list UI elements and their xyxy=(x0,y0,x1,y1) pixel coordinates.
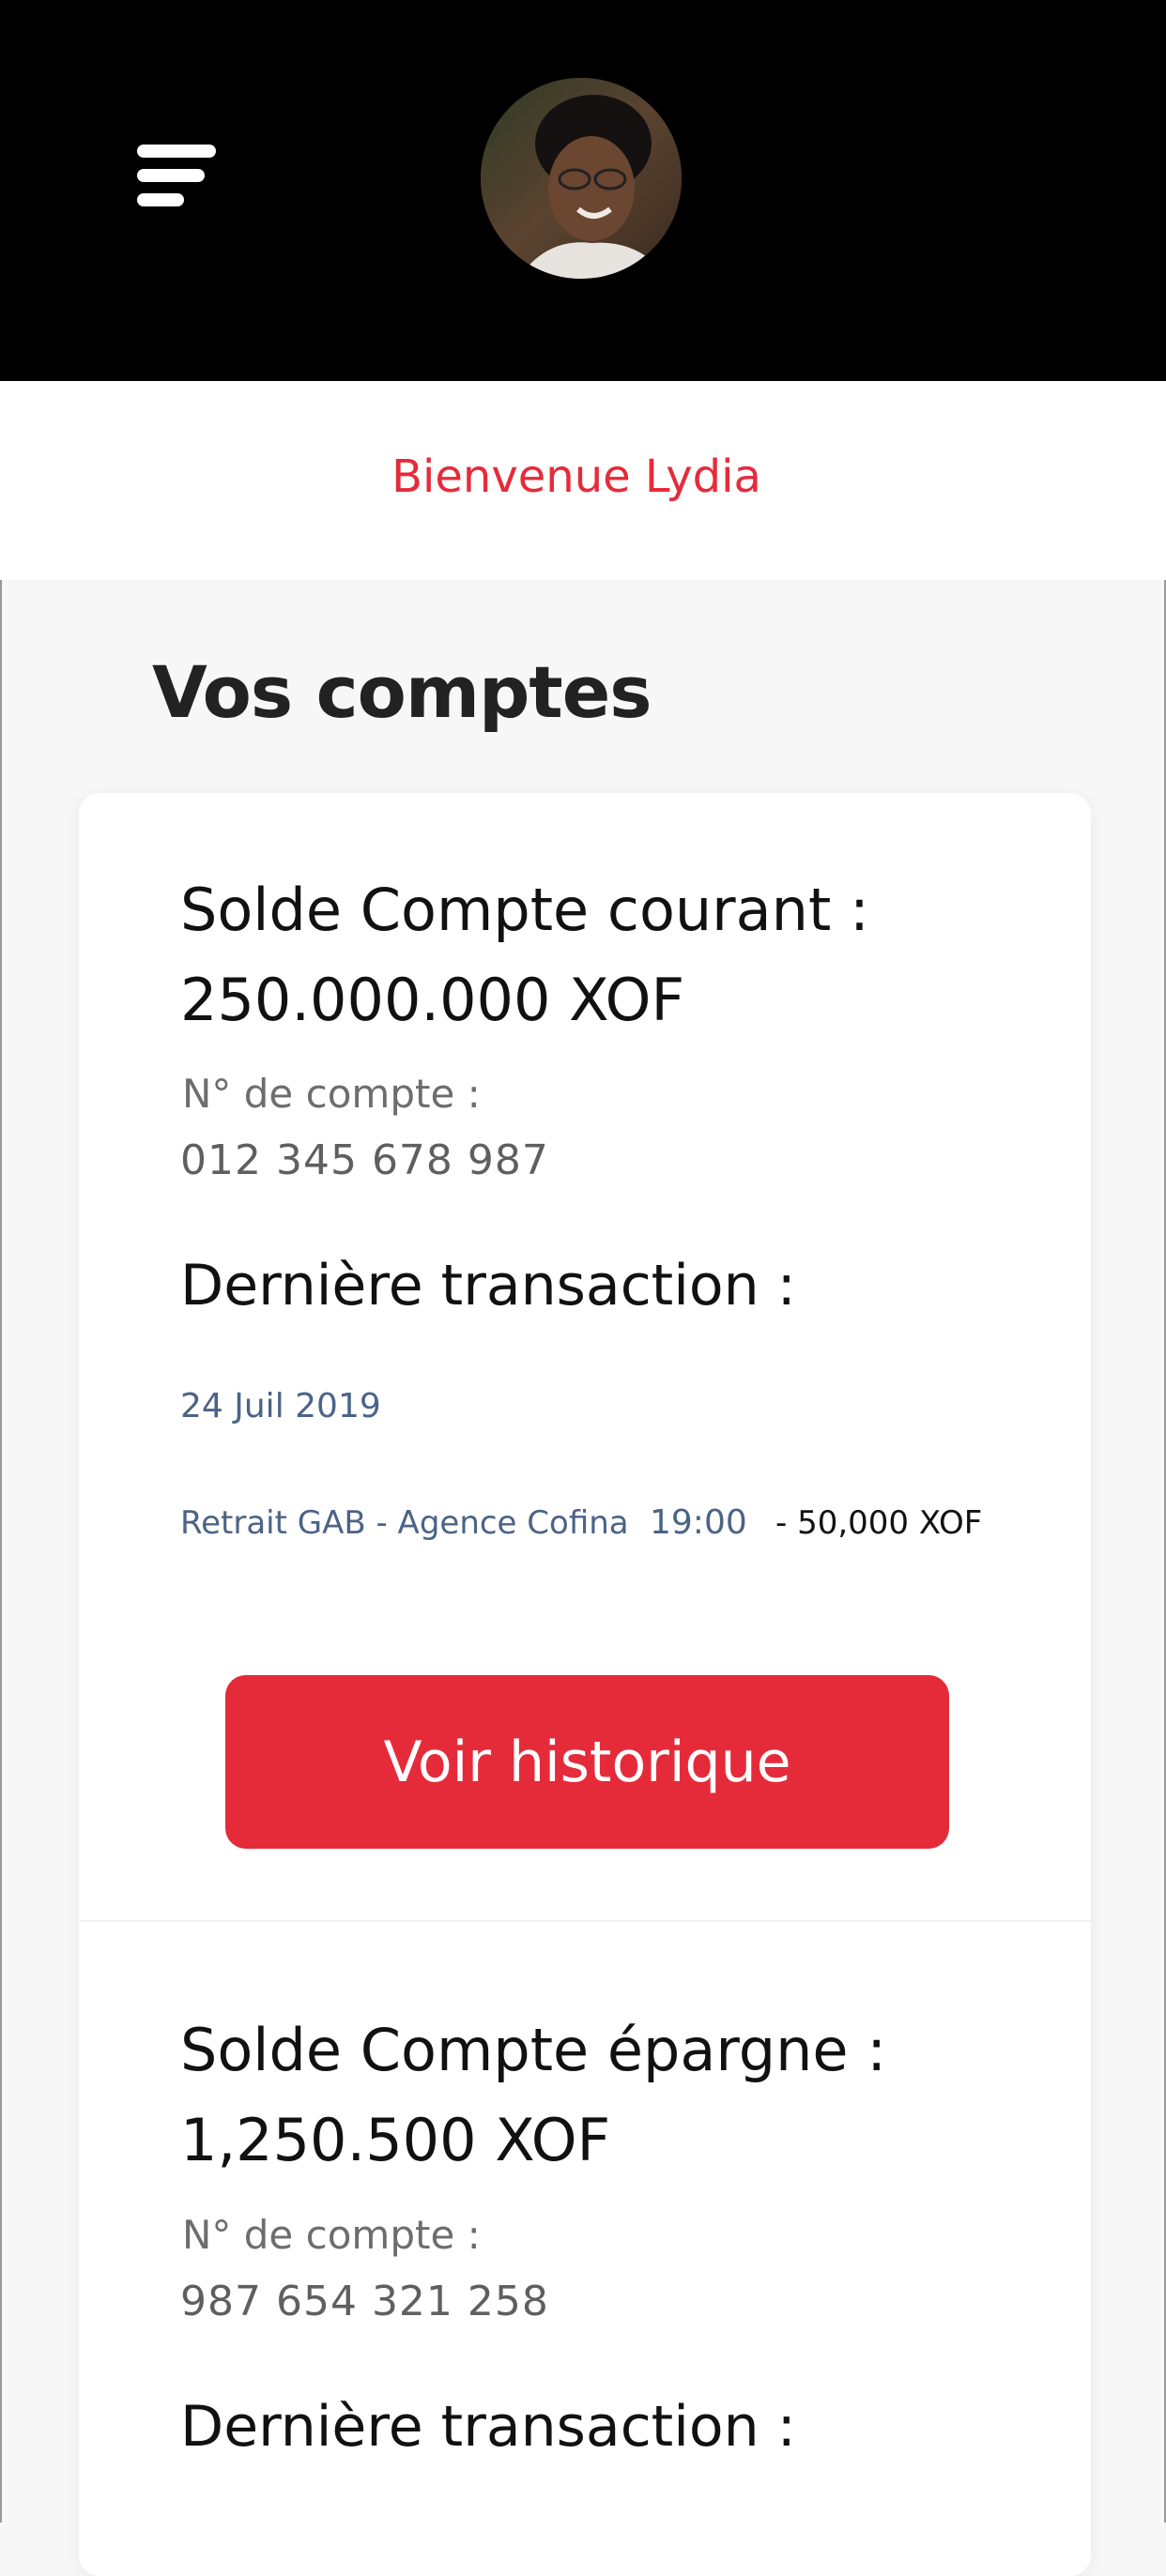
card-divider xyxy=(79,1920,1091,1922)
avatar-photo xyxy=(481,78,682,279)
left-border xyxy=(0,580,2,2523)
transaction-description: Retrait GAB - Agence Cofina xyxy=(180,1504,629,1542)
savings-last-transaction-label: Dernière transaction : xyxy=(180,2394,796,2460)
transaction-date: 24 Juil 2019 xyxy=(180,1387,381,1425)
savings-account-number-label: N° de compte : xyxy=(182,2212,481,2258)
current-account-balance-label: Solde Compte courant : xyxy=(180,876,869,944)
avatar[interactable] xyxy=(481,78,682,279)
savings-account-balance-label: Solde Compte épargne : xyxy=(180,2016,887,2084)
current-account-balance: 250.000.000 XOF xyxy=(180,966,685,1034)
hamburger-menu-icon[interactable] xyxy=(137,141,222,212)
transaction-time: 19:00 xyxy=(650,1503,747,1542)
savings-account-balance: 1,250.500 XOF xyxy=(180,2106,611,2174)
app-header xyxy=(0,0,1166,381)
transaction-amount: - 50,000 XOF xyxy=(775,1504,983,1542)
current-last-transaction-label: Dernière transaction : xyxy=(180,1253,796,1318)
welcome-text: Bienvenue Lydia xyxy=(391,450,761,503)
current-account-number-label: N° de compte : xyxy=(182,1071,481,1117)
savings-account-number: 987 654 321 258 xyxy=(180,2278,549,2325)
current-account-number: 012 345 678 987 xyxy=(180,1136,549,1184)
accounts-title: Vos comptes xyxy=(152,650,652,734)
view-history-button[interactable]: Voir historique xyxy=(225,1675,949,1849)
